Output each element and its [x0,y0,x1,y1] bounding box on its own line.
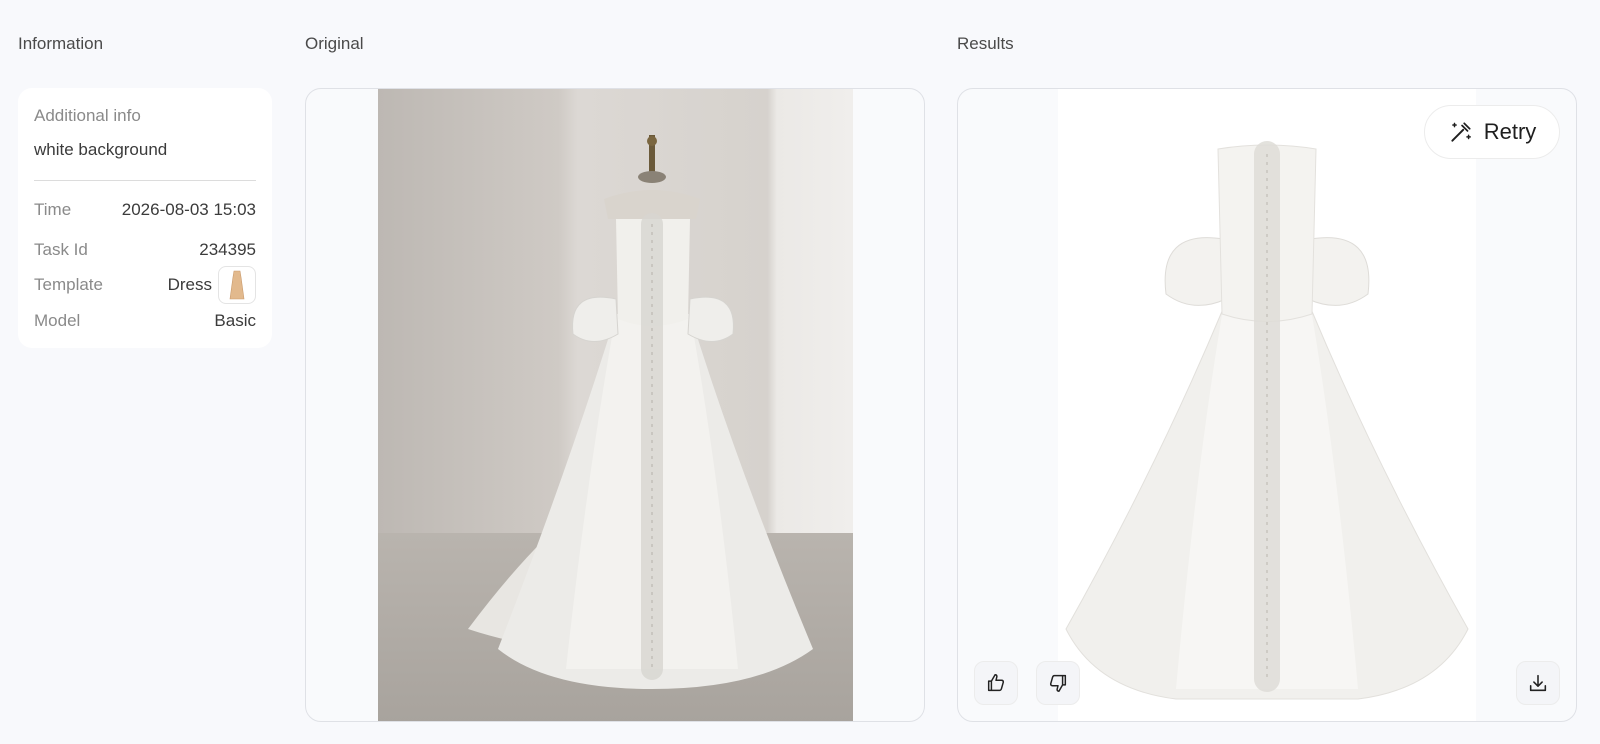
template-thumbnail[interactable] [218,266,256,304]
results-title: Results [957,34,1014,53]
time-value: 2026-08-03 15:03 [121,200,256,219]
dislike-button[interactable] [1036,661,1080,705]
dress-thumbnail-icon [229,270,245,300]
like-button[interactable] [974,661,1018,705]
original-panel [305,88,925,722]
retry-button[interactable]: Retry [1424,105,1560,159]
results-panel: Retry [957,88,1577,722]
magic-wand-icon [1451,122,1471,142]
model-label: Model [34,311,81,330]
information-title: Information [18,34,104,53]
thumbs-up-icon [987,674,1005,692]
download-button[interactable] [1516,661,1560,705]
task-id-label: Task Id [34,240,88,259]
template-value: Dress [167,275,212,294]
template-label: Template [34,275,103,294]
download-icon [1529,674,1547,692]
retry-label: Retry [1483,119,1537,144]
thumbs-down-icon [1049,674,1067,692]
model-row: Model Basic [34,309,256,333]
time-row: Time 2026-08-03 15:03 [34,199,256,221]
additional-info-label: Additional info [34,106,141,125]
additional-info-value: white background [34,140,168,159]
original-photo[interactable] [378,89,853,721]
time-label: Time [34,200,72,219]
information-card: Additional info white background Time 20… [18,88,272,348]
result-dress-illustration [1065,141,1469,700]
model-value: Basic [214,311,256,330]
result-photo[interactable] [1058,89,1476,721]
task-id-value: 234395 [199,240,256,259]
task-id-row: Task Id 234395 [34,239,256,261]
original-dress-illustration [468,135,813,689]
template-row: Template Dress [34,265,256,305]
info-divider [34,180,256,181]
original-title: Original [305,34,364,53]
